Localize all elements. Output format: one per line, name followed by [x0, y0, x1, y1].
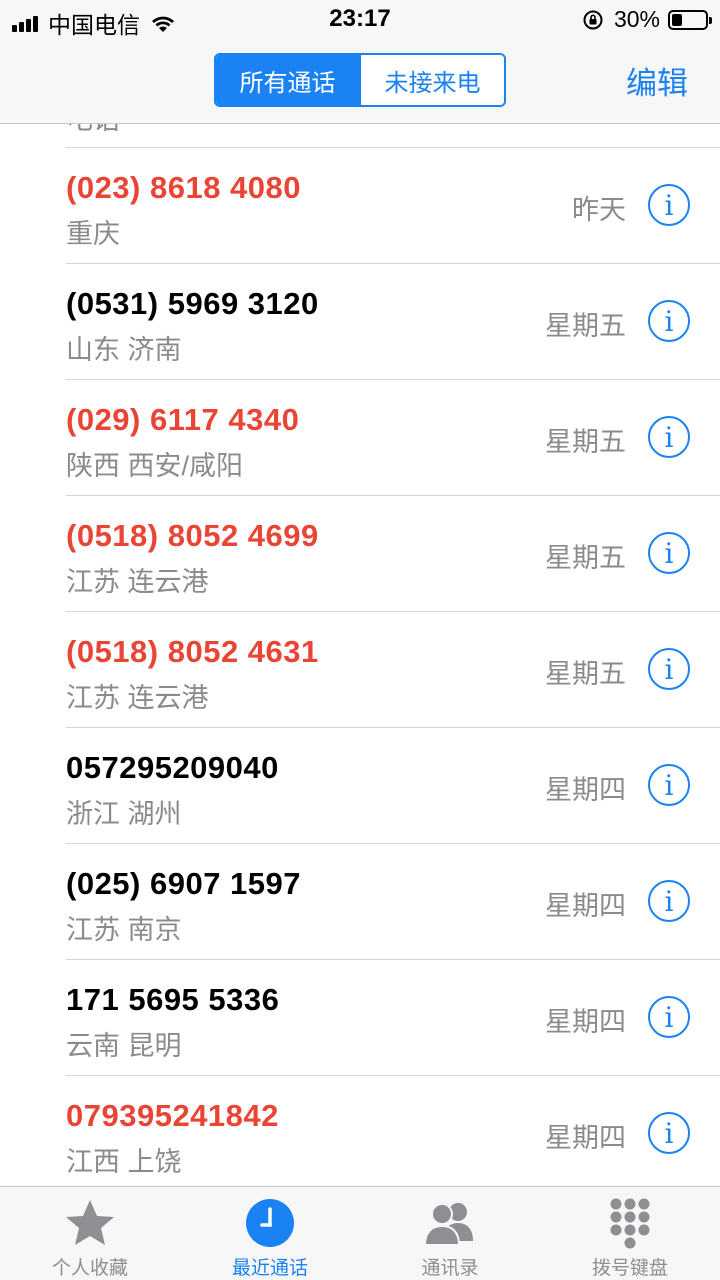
info-icon[interactable]: i: [648, 648, 690, 690]
tab-bar: 个人收藏 最近通话 通讯录 拨号键盘: [0, 1186, 720, 1280]
info-icon[interactable]: i: [648, 184, 690, 226]
status-right: 30%: [582, 6, 712, 33]
wifi-icon: [152, 16, 174, 32]
call-day: 星期五: [545, 543, 626, 573]
list-item[interactable]: (025) 6907 1597 江苏 南京 星期四 i: [66, 844, 720, 960]
call-day: 星期五: [545, 311, 626, 341]
call-number: (0531) 5969 3120: [66, 286, 319, 321]
status-left: 中国电信: [12, 6, 176, 40]
call-day: 星期四: [545, 775, 626, 805]
call-location: 江苏 连云港: [66, 567, 209, 597]
call-number: 171 5695 5336: [66, 982, 280, 1017]
call-location: 江苏 连云港: [66, 683, 209, 713]
clock-icon: [246, 1199, 294, 1247]
call-location: 电话: [66, 124, 120, 137]
tab-contacts[interactable]: 通讯录: [360, 1187, 540, 1280]
keypad-icon: [610, 1198, 650, 1249]
call-day: 昨天: [572, 195, 626, 225]
call-day: 星期五: [545, 427, 626, 457]
call-number: (029) 6117 4340: [66, 402, 300, 437]
tab-label: 最近通话: [231, 1258, 308, 1279]
call-number: (0518) 8052 4631: [66, 634, 319, 669]
call-day: 星期四: [545, 1007, 626, 1037]
info-icon[interactable]: i: [648, 996, 690, 1038]
segment-missed-calls[interactable]: 未接来电: [359, 55, 504, 105]
info-icon[interactable]: i: [648, 416, 690, 458]
battery-icon: [668, 9, 712, 30]
battery-percent: 30%: [613, 6, 660, 32]
contacts-icon: [423, 1203, 473, 1246]
call-day: 星期四: [545, 891, 626, 921]
call-day: 星期四: [545, 1123, 626, 1153]
signal-icon: [12, 14, 40, 32]
tab-label: 通讯录: [421, 1258, 479, 1279]
call-filter-segmented-control: 所有通话 未接来电: [214, 53, 506, 107]
list-item[interactable]: 079395241842 江西 上饶 星期四 i: [66, 1076, 720, 1186]
call-number: (0518) 8052 4699: [66, 518, 319, 553]
list-item[interactable]: (0531) 5969 3120 山东 济南 星期五 i: [66, 264, 720, 380]
call-number: 079395241842: [66, 1098, 279, 1133]
call-location: 山东 济南: [66, 335, 182, 365]
tab-label: 个人收藏: [51, 1258, 128, 1279]
info-icon[interactable]: i: [648, 880, 690, 922]
list-item-partial[interactable]: 电话: [66, 124, 720, 148]
rotation-lock-icon: [583, 10, 603, 29]
list-item[interactable]: 171 5695 5336 云南 昆明 星期四 i: [66, 960, 720, 1076]
carrier-name: 中国电信: [48, 12, 140, 38]
recents-list[interactable]: 电话 (023) 8618 4080 重庆 昨天 i (0531) 5969 3120 山…: [0, 124, 720, 1186]
call-number: (025) 6907 1597: [66, 866, 302, 901]
star-icon: [66, 1200, 114, 1245]
info-icon[interactable]: i: [648, 300, 690, 342]
tab-keypad[interactable]: 拨号键盘: [540, 1187, 720, 1280]
info-icon[interactable]: i: [648, 764, 690, 806]
list-item[interactable]: 057295209040 浙江 湖州 星期四 i: [66, 728, 720, 844]
recents-screen: 中国电信 23:17 30% 所有通话 未接来电 编辑 (023) 8618 4…: [0, 0, 720, 1280]
battery-fill: [672, 13, 682, 26]
navigation-bar: 所有通话 未接来电 编辑: [0, 40, 720, 124]
info-icon[interactable]: i: [648, 1112, 690, 1154]
list-item[interactable]: (023) 8618 4080 重庆 昨天 i: [66, 148, 720, 264]
battery-cap: [709, 16, 712, 24]
info-icon[interactable]: i: [648, 532, 690, 574]
tab-recents[interactable]: 最近通话: [180, 1187, 360, 1280]
list-item[interactable]: (029) 6117 4340 陕西 西安/咸阳 星期五 i: [66, 380, 720, 496]
list-item[interactable]: (0518) 8052 4631 江苏 连云港 星期五 i: [66, 612, 720, 728]
call-day: 星期五: [545, 659, 626, 689]
segment-all-calls[interactable]: 所有通话: [216, 55, 359, 105]
call-number: (023) 8618 4080: [66, 170, 302, 205]
call-location: 云南 昆明: [66, 1031, 182, 1061]
list-item[interactable]: (0518) 8052 4699 江苏 连云港 星期五 i: [66, 496, 720, 612]
status-bar: 中国电信 23:17 30%: [0, 0, 720, 40]
call-location: 江苏 南京: [66, 915, 182, 945]
call-location: 浙江 湖州: [66, 799, 182, 829]
tab-label: 拨号键盘: [591, 1258, 668, 1279]
call-location: 江西 上饶: [66, 1147, 182, 1177]
call-number: 057295209040: [66, 750, 279, 785]
tab-favorites[interactable]: 个人收藏: [0, 1187, 180, 1280]
call-location: 重庆: [66, 219, 120, 249]
call-location: 陕西 西安/咸阳: [66, 451, 244, 481]
edit-button[interactable]: 编辑: [626, 58, 688, 103]
